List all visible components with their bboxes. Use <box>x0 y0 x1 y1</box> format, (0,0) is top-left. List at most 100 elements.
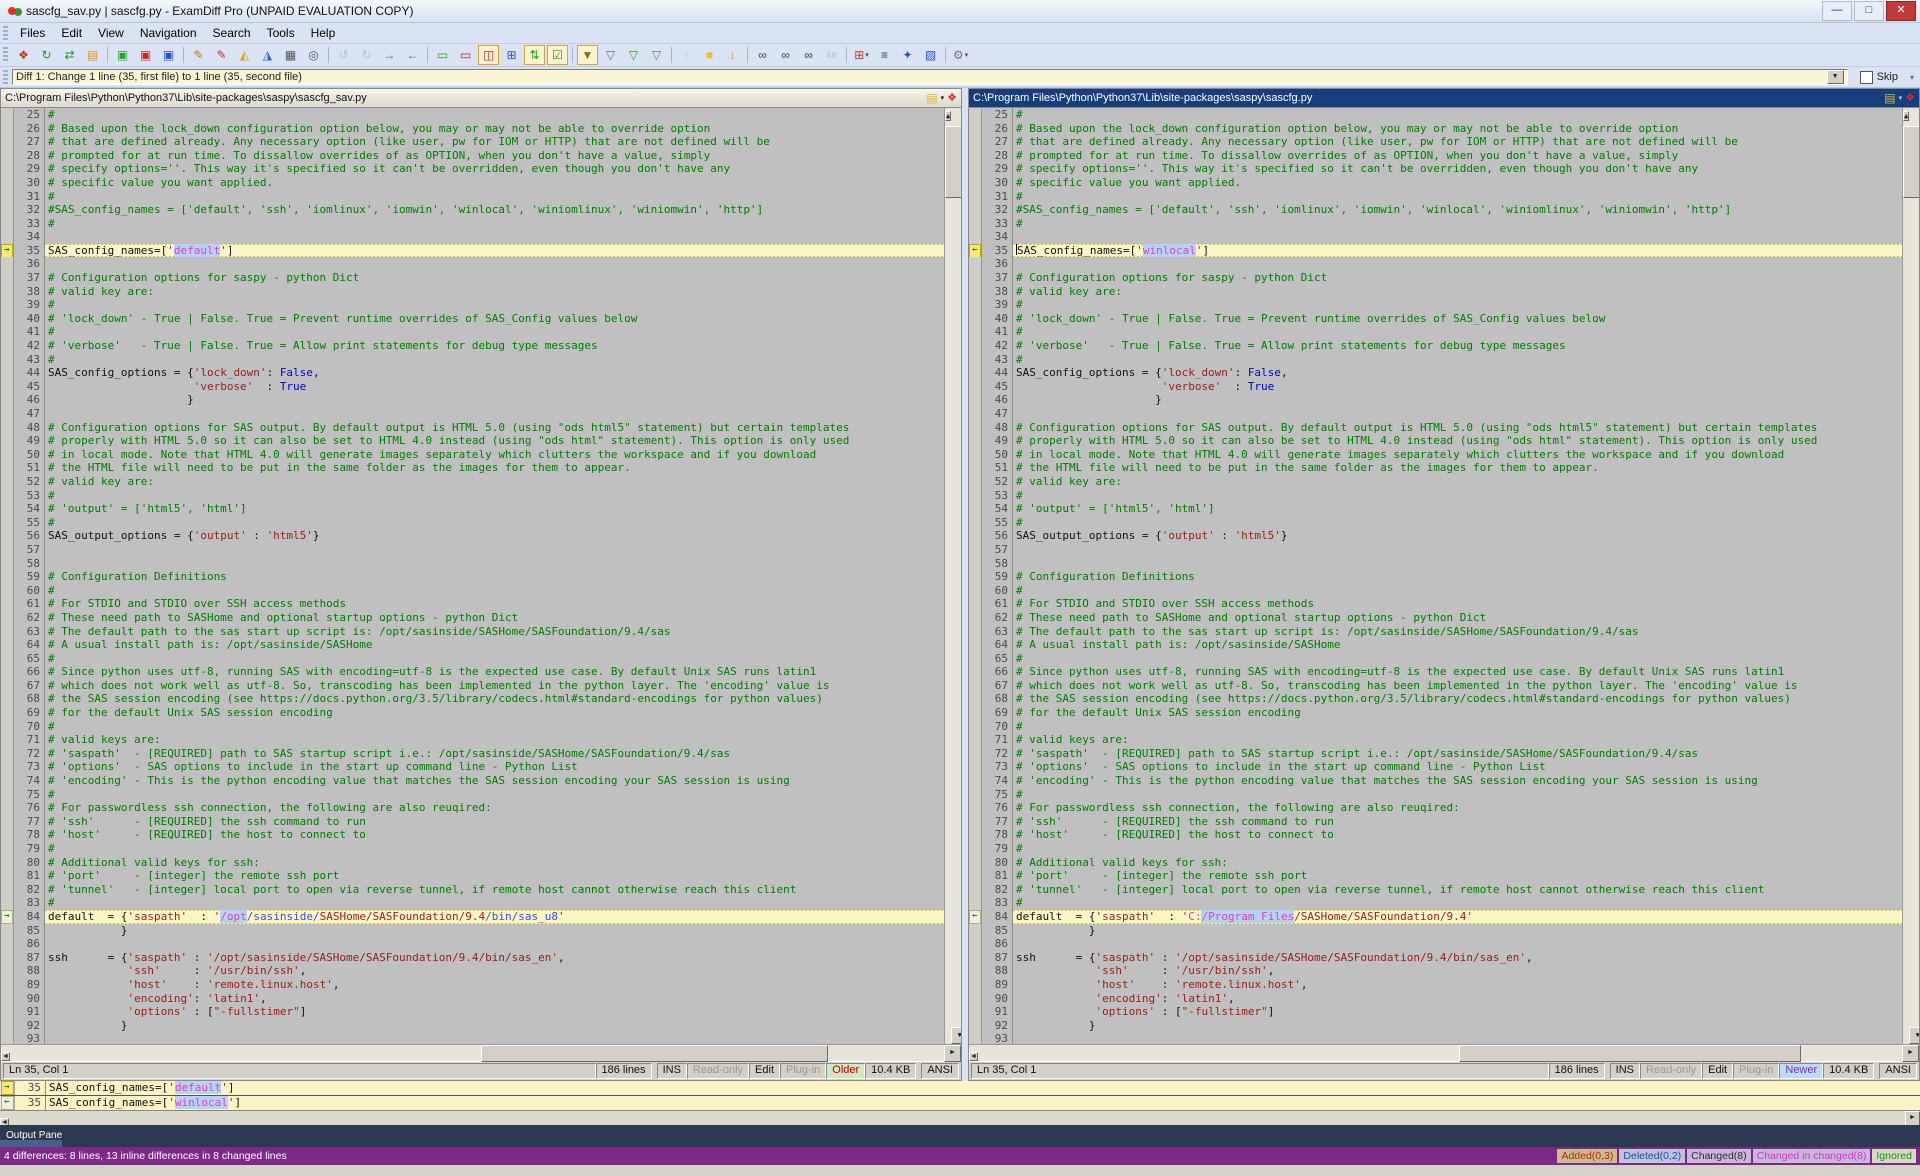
code-text[interactable] <box>1013 937 1919 951</box>
code-text[interactable] <box>45 937 961 951</box>
badge-ignored[interactable]: Ignored <box>1872 1149 1916 1163</box>
code-text[interactable]: 'ssh' : '/usr/bin/ssh', <box>45 964 961 978</box>
display-options-icon[interactable]: ⊞▾ <box>851 45 872 65</box>
diff-message-field[interactable]: Diff 1: Change 1 line (35, first file) t… <box>12 69 1848 85</box>
file-menu-icon[interactable]: ▤ <box>1884 91 1895 105</box>
code-text[interactable]: SAS_config_options = {'lock_down': False… <box>45 366 961 380</box>
code-text[interactable]: 'options' : ["-fullstimer"] <box>45 1005 961 1019</box>
code-text[interactable]: # <box>45 516 961 530</box>
code-text[interactable]: SAS_config_options = {'lock_down': False… <box>1013 366 1919 380</box>
code-text[interactable] <box>45 407 961 421</box>
scroll-down-icon[interactable]: ▼ <box>1909 1027 1919 1044</box>
code-text[interactable]: # 'lock_down' - True | False. True = Pre… <box>45 312 961 326</box>
code-text[interactable]: 'verbose' : True <box>45 380 961 394</box>
menu-search[interactable]: Search <box>205 24 259 42</box>
code-text[interactable]: 'verbose' : True <box>1013 380 1919 394</box>
code-text[interactable]: # valid keys are: <box>1013 733 1919 747</box>
code-text[interactable]: 'options' : ["-fullstimer"] <box>1013 1005 1919 1019</box>
code-text[interactable]: # 'port' - [integer] the remote ssh port <box>1013 869 1919 883</box>
code-text[interactable]: SAS_config_names=['default'] <box>45 244 961 258</box>
edit-second-file-icon[interactable]: ✎ <box>211 45 232 65</box>
badge-changed-8-[interactable]: Changed(8) <box>1687 1149 1750 1163</box>
code-text[interactable]: # <box>1013 298 1919 312</box>
code-text[interactable]: # <box>45 298 961 312</box>
code-text[interactable]: # For STDIO and STDIO over SSH access me… <box>1013 597 1919 611</box>
code-text[interactable]: # Configuration Definitions <box>1013 570 1919 584</box>
code-text[interactable]: # Additional valid keys for ssh: <box>45 856 961 870</box>
code-text[interactable]: #SAS_config_names = ['default', 'ssh', '… <box>1013 203 1919 217</box>
code-text[interactable]: # valid key are: <box>45 285 961 299</box>
code-text[interactable]: # Configuration options for SAS output. … <box>45 421 961 435</box>
code-text[interactable]: 'host' : 'remote.linux.host', <box>45 978 961 992</box>
diff-arrow-right-icon[interactable]: → <box>1 244 13 258</box>
code-text[interactable]: # in local mode. Note that HTML 4.0 will… <box>1013 448 1919 462</box>
scroll-right-icon[interactable]: ► <box>1902 1045 1919 1062</box>
code-text[interactable]: # specific value you want applied. <box>1013 176 1919 190</box>
code-text[interactable]: 'encoding': 'latin1', <box>45 992 961 1006</box>
code-text[interactable]: # <box>1013 190 1919 204</box>
menu-view[interactable]: View <box>90 24 132 42</box>
code-text[interactable]: # the SAS session encoding (see https://… <box>1013 692 1919 706</box>
code-text[interactable]: 'encoding': 'latin1', <box>1013 992 1919 1006</box>
next-difference-icon[interactable]: ↓ <box>722 45 743 65</box>
code-text[interactable] <box>45 557 961 571</box>
recompare-swap-icon[interactable]: ⇄ <box>59 45 80 65</box>
code-text[interactable]: # <box>1013 108 1919 122</box>
code-text[interactable]: # the HTML file will need to be put in t… <box>45 461 961 475</box>
code-text[interactable]: #SAS_config_names = ['default', 'ssh', '… <box>45 203 961 217</box>
second-horizontal-scrollbar[interactable]: ◄ ► <box>969 1044 1919 1061</box>
filter-changed-icon[interactable]: ▽ <box>646 45 667 65</box>
second-vertical-scrollbar[interactable]: ▲ ▼ <box>1902 108 1919 1044</box>
code-text[interactable]: # <box>1013 652 1919 666</box>
save-as-first-icon[interactable]: ◭ <box>234 45 255 65</box>
print-icon[interactable]: ▦ <box>280 45 301 65</box>
code-text[interactable]: # valid key are: <box>1013 475 1919 489</box>
code-text[interactable]: # the SAS session encoding (see https://… <box>45 692 961 706</box>
code-text[interactable] <box>45 230 961 244</box>
code-text[interactable]: } <box>1013 924 1919 938</box>
diff-dropdown-button[interactable]: ▼ <box>1827 70 1844 84</box>
code-text[interactable] <box>1013 230 1919 244</box>
toolbar-grip[interactable] <box>3 47 8 62</box>
code-text[interactable]: # in local mode. Note that HTML 4.0 will… <box>45 448 961 462</box>
code-text[interactable]: # <box>1013 788 1919 802</box>
code-text[interactable]: # Configuration options for saspy - pyth… <box>45 271 961 285</box>
scroll-down-icon[interactable]: ▼ <box>951 1027 961 1044</box>
code-text[interactable] <box>45 1032 961 1044</box>
code-text[interactable]: # Configuration Definitions <box>45 570 961 584</box>
code-text[interactable]: # specify options=''. This way it's spec… <box>1013 162 1919 176</box>
diffbar-grip[interactable] <box>3 70 8 84</box>
scroll-right-icon[interactable]: ► <box>944 1045 961 1062</box>
diffbar-overflow-icon[interactable]: ▾ <box>1910 73 1914 82</box>
skip-checkbox[interactable] <box>1860 71 1873 84</box>
code-text[interactable]: } <box>1013 1019 1919 1033</box>
code-text[interactable]: # which does not work well as utf-8. So,… <box>45 679 961 693</box>
menu-navigation[interactable]: Navigation <box>132 24 205 42</box>
code-text[interactable]: # <box>45 788 961 802</box>
scroll-left-icon[interactable]: ◄ <box>1 1052 10 1061</box>
code-text[interactable]: # the HTML file will need to be put in t… <box>1013 461 1919 475</box>
first-horizontal-scrollbar[interactable]: ◄ ► <box>1 1044 961 1061</box>
code-text[interactable]: } <box>1013 393 1919 407</box>
diff-arrow-left-icon[interactable]: ← <box>969 244 981 258</box>
code-text[interactable]: # <box>45 842 961 856</box>
code-text[interactable]: # specify options=''. This way it's spec… <box>45 162 961 176</box>
code-text[interactable]: # <box>45 489 961 503</box>
code-text[interactable]: # that are defined already. Any necessar… <box>45 135 961 149</box>
code-text[interactable]: # <box>1013 720 1919 734</box>
code-text[interactable]: # valid keys are: <box>45 733 961 747</box>
save-as-second-icon[interactable]: ◮ <box>257 45 278 65</box>
code-text[interactable]: # Since python uses utf-8, running SAS w… <box>1013 665 1919 679</box>
menu-edit[interactable]: Edit <box>53 24 90 42</box>
badge-deleted-0-2-[interactable]: Deleted(0,2) <box>1619 1149 1685 1163</box>
recompare-icon[interactable]: ↻ <box>36 45 57 65</box>
code-text[interactable]: # The default path to the sas start up s… <box>45 625 961 639</box>
code-text[interactable]: ssh = {'saspath' : '/opt/sasinside/SASHo… <box>45 951 961 965</box>
second-file-editor[interactable]: 25#26# Based upon the lock_down configur… <box>969 108 1919 1044</box>
close-button[interactable]: ✕ <box>1886 1 1916 21</box>
chevron-down-icon[interactable]: ▾ <box>941 94 945 102</box>
code-text[interactable]: # <box>45 217 961 231</box>
show-checkmarks-icon[interactable]: ☑ <box>547 45 568 65</box>
code-text[interactable]: # 'encoding' - This is the python encodi… <box>45 774 961 788</box>
menu-tools[interactable]: Tools <box>259 24 303 42</box>
